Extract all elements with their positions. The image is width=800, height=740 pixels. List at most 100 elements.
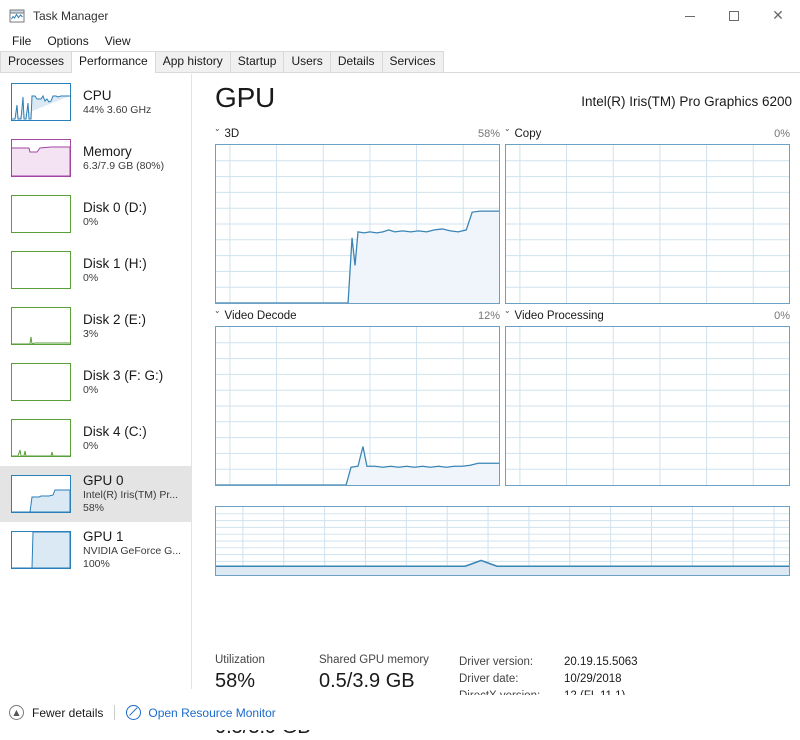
task-manager-icon [9, 8, 25, 24]
shared-memory-stat-value: 0.5/3.9 GB [319, 668, 429, 694]
page-title: GPU [215, 82, 275, 114]
sidebar-item-sub: NVIDIA GeForce G... [83, 545, 181, 558]
sidebar-item-label: Disk 3 (F: G:) [83, 368, 163, 384]
detail-row: Driver date: 10/29/2018 [459, 671, 720, 688]
graph-label: Video Processing [515, 310, 604, 322]
tab-startup[interactable]: Startup [230, 51, 285, 72]
close-icon: ✕ [772, 9, 784, 23]
menu-item-file[interactable]: File [4, 32, 39, 50]
tab-app-history[interactable]: App history [155, 51, 231, 72]
gpu0-thumbnail-graph [11, 475, 71, 513]
gpu-model-name: Intel(R) Iris(TM) Pro Graphics 6200 [581, 94, 792, 109]
gpu-detail-panel: GPU Intel(R) Iris(TM) Pro Graphics 6200 … [193, 74, 800, 689]
memory-thumbnail-graph [11, 139, 71, 177]
window-title: Task Manager [33, 9, 108, 23]
sidebar-item-disk-0[interactable]: Disk 0 (D:) 0% [0, 186, 191, 242]
sidebar-item-sub: Intel(R) Iris(TM) Pr... [83, 489, 178, 502]
chevron-down-icon: ˅ [214, 129, 220, 139]
sidebar-item-sub: 44% 3.60 GHz [83, 104, 151, 117]
sidebar-item-gpu-1[interactable]: GPU 1 NVIDIA GeForce G... 100% [0, 522, 191, 578]
fewer-details-label: Fewer details [32, 706, 103, 720]
chevron-down-icon: ˅ [214, 311, 220, 321]
sidebar-item-label: CPU [83, 88, 151, 104]
resource-monitor-label: Open Resource Monitor [148, 706, 275, 720]
graph-label: Video Decode [225, 310, 297, 322]
sidebar-item-sub: 0% [83, 216, 147, 229]
gpu1-thumbnail-graph [11, 531, 71, 569]
sidebar-item-sub: 0% [83, 272, 147, 285]
graph-header-copy[interactable]: ˅ Copy 0% [505, 126, 790, 142]
sidebar-item-label: Disk 4 (C:) [83, 424, 147, 440]
detail-key: Driver date: [459, 671, 564, 688]
sidebar-item-label: Memory [83, 144, 164, 160]
graph-video-processing [505, 326, 790, 486]
sidebar-item-disk-2[interactable]: Disk 2 (E:) 3% [0, 298, 191, 354]
graph-percent: 12% [478, 310, 500, 322]
sidebar-item-disk-1[interactable]: Disk 1 (H:) 0% [0, 242, 191, 298]
sidebar-item-sub: 0% [83, 440, 147, 453]
graph-header-video-processing[interactable]: ˅ Video Processing 0% [505, 308, 790, 324]
sidebar-item-sub2: 100% [83, 558, 181, 571]
graph-copy [505, 144, 790, 304]
sidebar-item-sub: 0% [83, 384, 163, 397]
disk2-thumbnail-graph [11, 307, 71, 345]
sidebar-item-label: Disk 2 (E:) [83, 312, 146, 328]
chevron-down-icon: ˅ [504, 311, 510, 321]
detail-value: 20.19.15.5063 [564, 654, 638, 671]
title-bar: Task Manager ✕ [0, 0, 800, 32]
shared-memory-stat-label: Shared GPU memory [319, 652, 429, 668]
graph-3d [215, 144, 500, 304]
graph-header-video-decode[interactable]: ˅ Video Decode 12% [215, 308, 500, 324]
menu-bar: File Options View [0, 30, 800, 52]
sidebar-item-label: GPU 0 [83, 473, 178, 489]
menu-item-options[interactable]: Options [39, 32, 96, 50]
disk0-thumbnail-graph [11, 195, 71, 233]
open-resource-monitor-link[interactable]: Open Resource Monitor [126, 705, 275, 720]
chevron-down-icon: ˅ [504, 129, 510, 139]
sidebar-item-label: GPU 1 [83, 529, 181, 545]
menu-item-view[interactable]: View [97, 32, 139, 50]
shared-memory-stat: Shared GPU memory 0.5/3.9 GB [319, 652, 429, 694]
sidebar-item-sub2: 58% [83, 502, 178, 515]
disk1-thumbnail-graph [11, 251, 71, 289]
graph-percent: 0% [774, 310, 790, 322]
graph-percent: 58% [478, 128, 500, 140]
sidebar-item-disk-4[interactable]: Disk 4 (C:) 0% [0, 410, 191, 466]
tab-processes[interactable]: Processes [0, 51, 72, 72]
chevron-up-circle-icon: ▲ [9, 705, 24, 720]
sidebar-item-memory[interactable]: Memory 6.3/7.9 GB (80%) [0, 130, 191, 186]
utilization-value: 58% [215, 668, 311, 694]
detail-value: 10/29/2018 [564, 671, 622, 688]
sidebar-item-label: Disk 0 (D:) [83, 200, 147, 216]
close-button[interactable]: ✕ [756, 0, 800, 32]
fewer-details-button[interactable]: ▲ Fewer details [9, 705, 103, 720]
graph-video-decode [215, 326, 500, 486]
minimize-button[interactable] [668, 0, 712, 32]
sidebar-item-sub: 3% [83, 328, 146, 341]
tab-strip: Processes Performance App history Startu… [0, 52, 800, 73]
sidebar-item-disk-3[interactable]: Disk 3 (F: G:) 0% [0, 354, 191, 410]
cpu-thumbnail-graph [11, 83, 71, 121]
disk3-thumbnail-graph [11, 363, 71, 401]
detail-key: Driver version: [459, 654, 564, 671]
detail-row: Driver version: 20.19.15.5063 [459, 654, 720, 671]
graph-label: 3D [225, 128, 240, 140]
resource-sidebar[interactable]: CPU 44% 3.60 GHz Memory 6.3/7.9 GB (80%)… [0, 74, 192, 689]
resource-monitor-icon [126, 705, 141, 720]
sidebar-item-cpu[interactable]: CPU 44% 3.60 GHz [0, 74, 191, 130]
tab-services[interactable]: Services [382, 51, 444, 72]
tab-details[interactable]: Details [330, 51, 383, 72]
footer-bar: ▲ Fewer details Open Resource Monitor [0, 695, 800, 730]
maximize-button[interactable] [712, 0, 756, 32]
sidebar-item-sub: 6.3/7.9 GB (80%) [83, 160, 164, 173]
graph-shared-gpu-memory [215, 506, 790, 576]
graph-header-3d[interactable]: ˅ 3D 58% [215, 126, 500, 142]
sidebar-item-label: Disk 1 (H:) [83, 256, 147, 272]
tab-performance[interactable]: Performance [71, 51, 156, 73]
footer-separator [114, 705, 115, 720]
disk4-thumbnail-graph [11, 419, 71, 457]
tab-users[interactable]: Users [283, 51, 330, 72]
sidebar-item-gpu-0[interactable]: GPU 0 Intel(R) Iris(TM) Pr... 58% [0, 466, 191, 522]
graph-percent: 0% [774, 128, 790, 140]
utilization-label: Utilization [215, 652, 311, 668]
